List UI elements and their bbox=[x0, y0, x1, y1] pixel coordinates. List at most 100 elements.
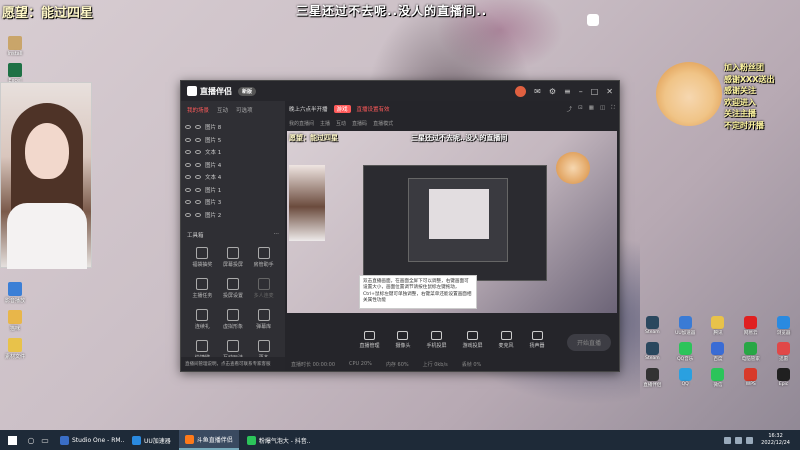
tool-item[interactable]: 连续礼 bbox=[187, 309, 218, 330]
minimize-icon[interactable]: – bbox=[579, 87, 583, 96]
lock-icon[interactable] bbox=[195, 212, 201, 217]
source-item[interactable]: 文本 1 bbox=[185, 146, 281, 159]
control-item[interactable]: 手机投屏 bbox=[426, 331, 447, 349]
eye-icon[interactable] bbox=[185, 175, 191, 180]
desktop-icon[interactable]: Epic bbox=[767, 368, 800, 388]
lock-icon[interactable] bbox=[195, 187, 201, 192]
control-item[interactable]: 扬声器 bbox=[530, 331, 545, 349]
taskbar-task[interactable]: 斗鱼直播伴侣 bbox=[178, 430, 239, 450]
task-label: 斗鱼直播伴侣 bbox=[196, 436, 233, 444]
share-icon[interactable]: ⤴ bbox=[567, 105, 573, 113]
source-item[interactable]: 文本 4 bbox=[185, 171, 281, 184]
start-button[interactable] bbox=[0, 430, 24, 450]
tab-1[interactable]: 互动 bbox=[217, 106, 228, 114]
category-tag[interactable]: 游戏 bbox=[333, 105, 351, 113]
menu-icon[interactable]: ≡ bbox=[564, 87, 571, 96]
taskbar-task[interactable]: UU加速器 bbox=[126, 430, 177, 450]
info-item[interactable]: 互动 bbox=[336, 120, 346, 127]
tray-icon[interactable] bbox=[724, 436, 732, 444]
desktop-icon[interactable]: 素材文件 bbox=[2, 338, 28, 360]
gift-icon[interactable]: ⊡ bbox=[578, 105, 583, 113]
tool-item[interactable]: 投屏设置 bbox=[218, 278, 249, 299]
lock-icon[interactable] bbox=[195, 200, 201, 205]
maximize-icon[interactable]: □ bbox=[591, 87, 599, 96]
desktop-icon[interactable]: 网易云 bbox=[734, 316, 767, 336]
more-icon[interactable]: ⋯ bbox=[274, 231, 280, 239]
control-item[interactable]: 摄像头 bbox=[395, 331, 410, 349]
eye-icon[interactable] bbox=[185, 212, 191, 217]
tab-0[interactable]: 我的场景 bbox=[187, 106, 209, 114]
layout-icon[interactable]: ▦ bbox=[589, 105, 594, 113]
lock-icon[interactable] bbox=[195, 137, 201, 142]
control-item[interactable]: 直播管理 bbox=[359, 331, 379, 349]
taskbar-task[interactable]: Studio One - RM... bbox=[54, 430, 124, 450]
desktop-icon[interactable]: 直播伴侣 bbox=[636, 368, 669, 388]
info-item[interactable]: 直播码 bbox=[352, 120, 367, 127]
eye-icon[interactable] bbox=[185, 162, 191, 167]
desktop-icon[interactable]: 腾讯 bbox=[702, 316, 735, 336]
tool-item[interactable]: 房管助手 bbox=[248, 247, 279, 268]
clock-time: 16:32 bbox=[768, 433, 783, 439]
tool-item[interactable]: 多人连麦 bbox=[248, 278, 279, 299]
eye-icon[interactable] bbox=[185, 150, 191, 155]
control-item[interactable]: 游戏投屏 bbox=[463, 331, 483, 349]
desktop-icon[interactable]: 影音播放 bbox=[2, 282, 28, 304]
task-view-icon[interactable]: ▭ bbox=[38, 430, 52, 450]
desktop-icon[interactable]: UU加速器 bbox=[669, 316, 702, 336]
desktop-icon[interactable]: 电脑管家 bbox=[734, 342, 767, 362]
fullscreen-icon[interactable]: ⛶ bbox=[611, 105, 615, 113]
app-titlebar[interactable]: 直播伴侣 新版 ✉ ⚙ ≡ – □ ✕ bbox=[181, 81, 619, 101]
eye-icon[interactable] bbox=[185, 200, 191, 205]
hint-bar[interactable]: 直播间管理说明，点击查看可联系专家客服 bbox=[181, 357, 285, 371]
eye-icon[interactable] bbox=[185, 137, 191, 142]
source-item[interactable]: 图片 8 bbox=[185, 121, 281, 134]
canvas-webcam[interactable] bbox=[289, 165, 325, 241]
clock[interactable]: 16:32 2022/12/24 bbox=[757, 433, 794, 447]
source-item[interactable]: 图片 5 bbox=[185, 134, 281, 147]
desktop-icon[interactable]: Install bbox=[2, 36, 28, 57]
taskbar-task[interactable]: 粉爆气泡大 - 抖音... bbox=[241, 430, 311, 450]
desktop-icon[interactable]: QQ音乐 bbox=[669, 342, 702, 362]
volume-icon[interactable] bbox=[746, 436, 754, 444]
network-icon[interactable] bbox=[735, 436, 743, 444]
eye-icon[interactable] bbox=[185, 125, 191, 130]
close-icon[interactable]: ✕ bbox=[606, 87, 613, 96]
desktop-icon[interactable]: 浏览器 bbox=[767, 316, 800, 336]
source-item[interactable]: 图片 4 bbox=[185, 159, 281, 172]
control-item[interactable]: 麦克风 bbox=[499, 331, 514, 349]
desktop-icon[interactable]: Steam bbox=[636, 316, 669, 336]
eye-icon[interactable] bbox=[185, 187, 191, 192]
tool-item[interactable]: 福袋抽奖 bbox=[187, 247, 218, 268]
start-live-button[interactable]: 开始直播 bbox=[566, 334, 611, 351]
lock-icon[interactable] bbox=[195, 175, 201, 180]
desktop-icon[interactable]: WPS bbox=[734, 368, 767, 388]
app-icon bbox=[678, 316, 692, 329]
desktop-icon[interactable]: 猫咪 bbox=[2, 310, 28, 332]
lock-icon[interactable] bbox=[195, 150, 201, 155]
desktop-icon[interactable]: Steam bbox=[636, 342, 669, 362]
lock-icon[interactable] bbox=[195, 125, 201, 130]
tool-item[interactable]: 主播任务 bbox=[187, 278, 218, 299]
tab-2[interactable]: 可选项 bbox=[236, 106, 253, 114]
stream-title[interactable]: 晚上六点半开播 bbox=[289, 105, 328, 113]
tool-item[interactable]: 虚拟形象 bbox=[218, 309, 249, 330]
info-item[interactable]: 主播 bbox=[320, 120, 330, 127]
split-icon[interactable]: ◫ bbox=[600, 105, 605, 113]
tool-item[interactable]: 屏幕投屏 bbox=[218, 247, 249, 268]
search-icon[interactable]: ○ bbox=[24, 430, 38, 450]
desktop-icon[interactable]: 百度 bbox=[702, 342, 735, 362]
info-item[interactable]: 我的直播间 bbox=[289, 120, 314, 127]
source-item[interactable]: 图片 3 bbox=[185, 196, 281, 209]
source-item[interactable]: 图片 2 bbox=[185, 209, 281, 222]
user-avatar[interactable] bbox=[515, 85, 527, 97]
lock-icon[interactable] bbox=[195, 162, 201, 167]
desktop-icon[interactable]: 微信 bbox=[702, 368, 735, 388]
settings-icon[interactable]: ⚙ bbox=[549, 87, 556, 96]
source-item[interactable]: 图片 1 bbox=[185, 184, 281, 197]
live-companion-window[interactable]: 直播伴侣 新版 ✉ ⚙ ≡ – □ ✕ 我的场景 互动 可选项 图片 8 图片 5 文本… bbox=[180, 80, 620, 372]
info-item[interactable]: 直播模式 bbox=[373, 120, 393, 127]
message-icon[interactable]: ✉ bbox=[534, 87, 541, 96]
desktop-icon[interactable]: QQ bbox=[669, 368, 702, 388]
desktop-icon[interactable]: 迅雷 bbox=[767, 342, 800, 362]
tool-item[interactable]: 弹幕库 bbox=[248, 309, 279, 330]
